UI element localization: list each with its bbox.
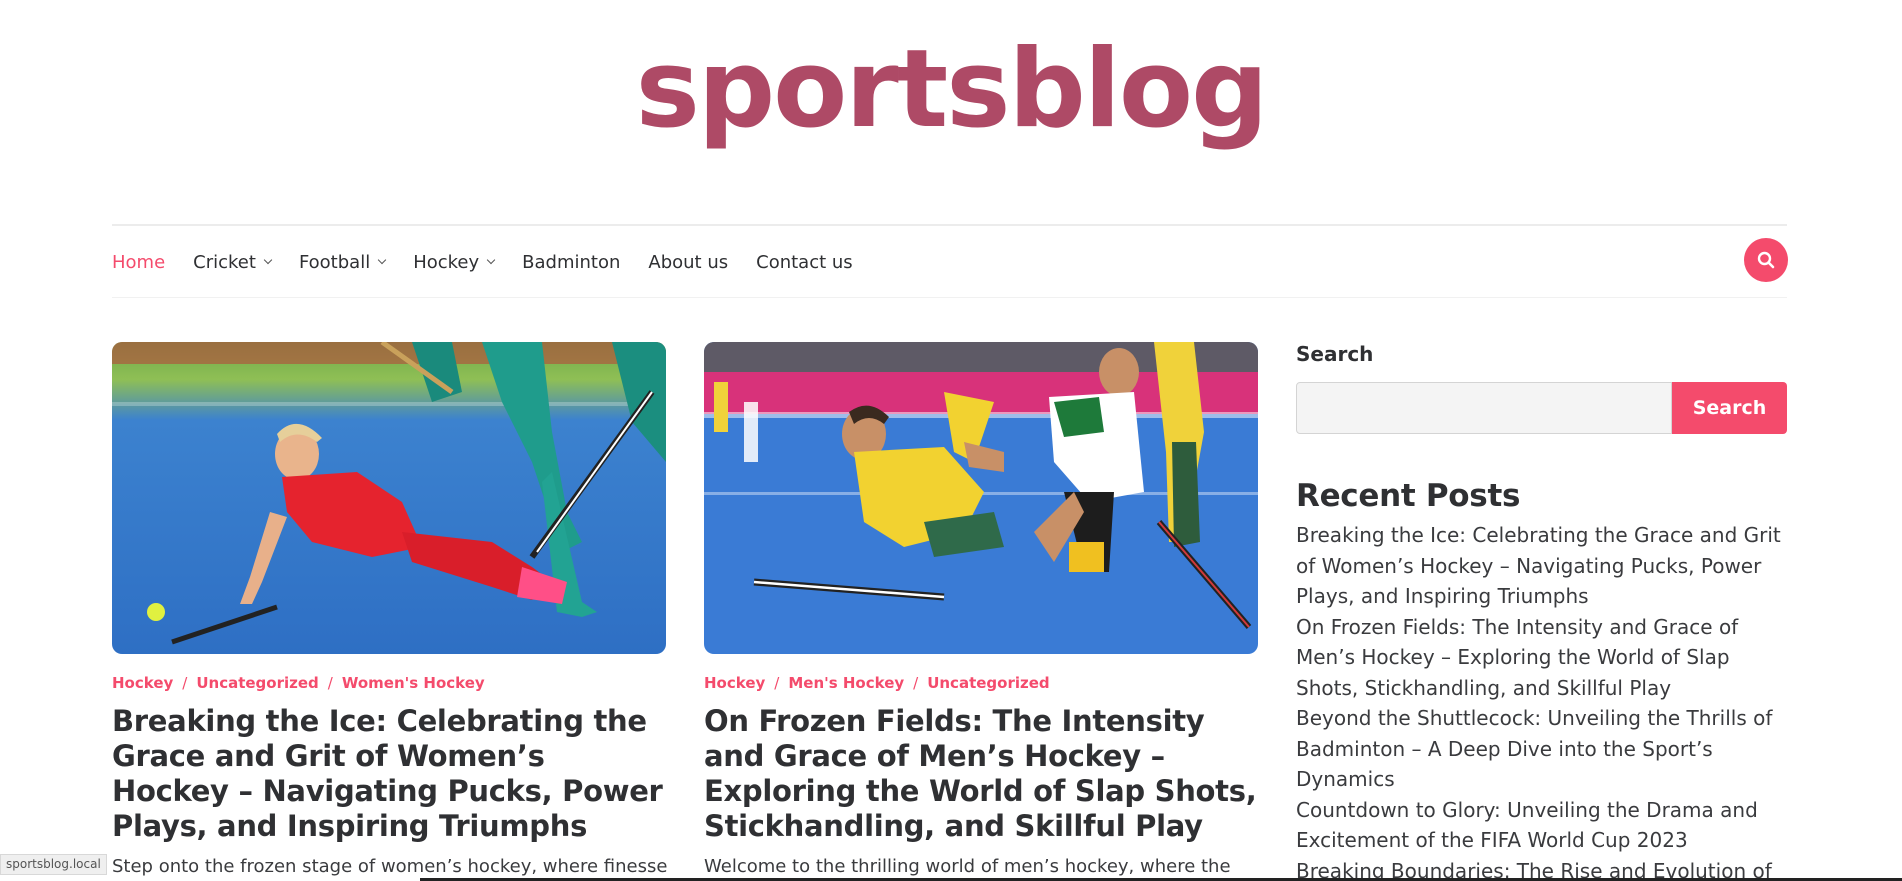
women-hockey-image	[112, 342, 666, 654]
post-excerpt: Welcome to the thrilling world of men’s …	[704, 856, 1231, 877]
nav-item-about-us[interactable]: About us	[648, 252, 728, 273]
search-button[interactable]: Search	[1672, 382, 1787, 434]
nav-item-football[interactable]: Football	[298, 251, 387, 273]
category-link[interactable]: Uncategorized	[927, 674, 1049, 692]
nav-item-label: About us	[648, 251, 729, 273]
men-hockey-image	[704, 342, 1258, 654]
nav-item-badminton[interactable]: Badminton	[522, 252, 620, 273]
category-link[interactable]: Uncategorized	[196, 674, 318, 692]
nav-item-home[interactable]: Home	[112, 252, 165, 273]
search-input[interactable]	[1296, 382, 1672, 434]
nav-item-label: Contact us	[756, 251, 853, 273]
category-link[interactable]: Women's Hockey	[342, 674, 485, 692]
recent-posts-title: Recent Posts	[1296, 478, 1521, 514]
post-card: Hockey / Uncategorized / Women's Hockey …	[112, 342, 667, 877]
nav-item-label: Football	[298, 251, 371, 273]
post-title[interactable]: On Frozen Fields: The Intensity and Grac…	[704, 704, 1258, 844]
page: sportsblog Home Cricket Football Hockey …	[0, 0, 1902, 881]
nav-item-contact-us[interactable]: Contact us	[756, 252, 853, 273]
category-link[interactable]: Hockey	[112, 674, 173, 692]
search-widget-title: Search	[1296, 342, 1374, 366]
category-separator: /	[327, 674, 333, 692]
search-form: Search	[1296, 382, 1787, 434]
nav-item-hockey[interactable]: Hockey	[413, 251, 496, 273]
category-separator: /	[182, 674, 188, 692]
chevron-down-icon	[263, 255, 273, 265]
status-bar-url: sportsblog.local	[0, 854, 107, 875]
post-categories: Hockey / Uncategorized / Women's Hockey	[112, 674, 666, 692]
nav-menu: Home Cricket Football Hockey Badminton A…	[112, 226, 881, 298]
recent-post-link[interactable]: Beyond the Shuttlecock: Unveiling the Th…	[1296, 703, 1787, 795]
post-thumbnail[interactable]	[112, 342, 666, 654]
post-card: Hockey / Men's Hockey / Uncategorized On…	[704, 342, 1258, 877]
post-title[interactable]: Breaking the Ice: Celebrating the Grace …	[112, 704, 666, 844]
recent-post-link[interactable]: On Frozen Fields: The Intensity and Grac…	[1296, 612, 1787, 704]
nav-item-label: Home	[112, 251, 166, 273]
post-thumbnail[interactable]	[704, 342, 1258, 654]
search-icon	[1757, 251, 1775, 269]
category-separator: /	[913, 674, 919, 692]
chevron-down-icon	[377, 255, 387, 265]
main-navigation: Home Cricket Football Hockey Badminton A…	[112, 224, 1788, 298]
chevron-down-icon	[486, 255, 496, 265]
search-toggle-button[interactable]	[1744, 238, 1788, 282]
nav-item-cricket[interactable]: Cricket	[193, 251, 273, 273]
sidebar: Search Search Recent Posts Breaking the …	[1296, 342, 1787, 881]
nav-item-label: Hockey	[413, 251, 480, 273]
recent-posts-list: Breaking the Ice: Celebrating the Grace …	[1296, 520, 1787, 881]
recent-post-link[interactable]: Breaking the Ice: Celebrating the Grace …	[1296, 520, 1787, 612]
category-link[interactable]: Hockey	[704, 674, 765, 692]
category-separator: /	[774, 674, 780, 692]
site-title[interactable]: sportsblog	[0, 22, 1902, 157]
nav-item-label: Badminton	[522, 251, 621, 273]
post-categories: Hockey / Men's Hockey / Uncategorized	[704, 674, 1258, 692]
recent-post-link[interactable]: Countdown to Glory: Unveiling the Drama …	[1296, 795, 1787, 856]
category-link[interactable]: Men's Hockey	[788, 674, 904, 692]
nav-item-label: Cricket	[193, 251, 256, 273]
post-excerpt: Step onto the frozen stage of women’s ho…	[112, 856, 668, 877]
